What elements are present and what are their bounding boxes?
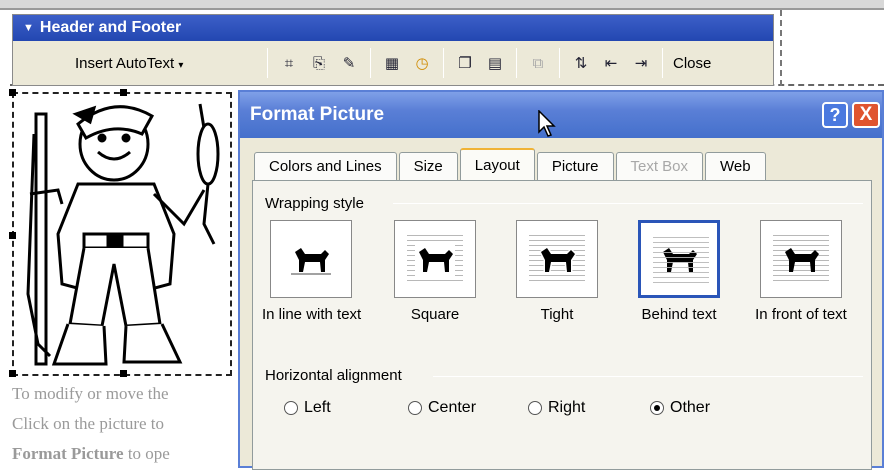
tab-web[interactable]: Web <box>705 152 766 180</box>
hunter-clipart-image <box>26 103 220 366</box>
clipart-picture[interactable] <box>9 89 232 377</box>
wrap-option-label: In line with text <box>262 306 362 323</box>
tight-wrap-box[interactable] <box>516 220 598 298</box>
header-boundary-right <box>780 10 782 86</box>
horizontal-alignment-divider <box>433 376 863 377</box>
wrap-option-tight[interactable]: Tight <box>508 220 606 323</box>
dog-square-icon <box>415 242 455 276</box>
toolbar-title-bar[interactable]: ▼ Header and Footer <box>13 15 773 41</box>
radio-label-left: Left <box>304 399 331 416</box>
horizontal-alignment-label: Horizontal alignment <box>265 367 408 384</box>
dropdown-arrow-icon: ▾ <box>178 59 184 71</box>
format-picture-dialog: Format Picture ? X Colors and Lines Size… <box>238 90 884 470</box>
tab-text-box[interactable]: Text Box <box>615 152 704 180</box>
text-lines-graphic <box>653 237 709 287</box>
format-picture-bold-text: Format Picture <box>12 444 124 463</box>
dog-tight-icon <box>539 245 577 274</box>
tab-colors-and-lines[interactable]: Colors and Lines <box>254 152 397 180</box>
align-left-option[interactable]: Left <box>284 399 331 417</box>
tab-size[interactable]: Size <box>398 152 458 180</box>
number-of-pages-icon[interactable]: ⎘ <box>306 50 332 76</box>
radio-right[interactable] <box>528 401 542 415</box>
toolbar-separator <box>370 48 371 78</box>
wrap-option-inline[interactable]: In line with text <box>262 220 362 323</box>
align-right-option[interactable]: Right <box>528 399 585 417</box>
header-footer-toolbar: ▼ Header and Footer Insert AutoText ▾ ⌗ … <box>12 14 774 86</box>
document-text-line-3: Format Picture to ope <box>12 444 170 464</box>
wrap-option-label: Tight <box>540 306 574 323</box>
page-number-icon[interactable]: ⌗ <box>276 50 302 76</box>
radio-left[interactable] <box>284 401 298 415</box>
insert-autotext-label: Insert AutoText <box>75 54 175 72</box>
inline-wrap-box[interactable] <box>270 220 352 298</box>
toolbar-separator <box>662 48 663 78</box>
close-header-footer-button[interactable]: Close <box>669 53 715 74</box>
dog-inline-icon <box>291 248 331 275</box>
resize-handle[interactable] <box>9 232 16 239</box>
toolbar-buttons-row: Insert AutoText ▾ ⌗ ⎘ ✎ ▦ ◷ ❐ ▤ ⧉ ⇅ ⇤ ⇥ … <box>13 41 773 85</box>
wrap-option-label: In front of text <box>755 306 847 323</box>
insert-date-icon[interactable]: ▦ <box>379 50 405 76</box>
dialog-title-bar[interactable]: Format Picture ? X <box>240 92 882 138</box>
wrap-option-label: Square <box>410 306 460 323</box>
wrap-option-label: Behind text <box>641 306 717 323</box>
switch-header-footer-icon[interactable]: ⇅ <box>568 50 594 76</box>
toolbar-separator <box>443 48 444 78</box>
radio-label-center: Center <box>428 399 477 416</box>
radio-label-other: Other <box>670 399 711 416</box>
show-hide-document-text-icon[interactable]: ▤ <box>482 50 508 76</box>
in-front-of-text-wrap-box[interactable] <box>760 220 842 298</box>
behind-text-wrap-box[interactable] <box>638 220 720 298</box>
document-text-line-2: Click on the picture to <box>12 414 165 433</box>
insert-time-icon[interactable]: ◷ <box>409 50 435 76</box>
resize-handle[interactable] <box>9 89 16 96</box>
align-other-option[interactable]: Other <box>650 399 710 417</box>
same-as-previous-icon[interactable]: ⧉ <box>525 50 551 76</box>
help-button[interactable]: ? <box>822 102 848 128</box>
dialog-close-button[interactable]: X <box>852 102 880 128</box>
tab-layout[interactable]: Layout <box>459 148 535 180</box>
resize-handle[interactable] <box>9 370 16 377</box>
dialog-tabs: Colors and Lines Size Layout Picture Tex… <box>254 148 768 180</box>
resize-handle[interactable] <box>120 89 127 96</box>
dialog-title: Format Picture <box>250 104 385 125</box>
format-page-number-icon[interactable]: ✎ <box>336 50 362 76</box>
radio-other[interactable] <box>650 401 664 415</box>
toolbar-separator <box>267 48 268 78</box>
radio-center[interactable] <box>408 401 422 415</box>
insert-autotext-button[interactable]: Insert AutoText ▾ <box>23 55 261 72</box>
toolbar-menu-arrow-icon[interactable]: ▼ <box>23 22 34 34</box>
toolbar-separator <box>516 48 517 78</box>
tab-picture[interactable]: Picture <box>536 152 614 180</box>
toolbar-title: Header and Footer <box>39 19 182 36</box>
wrapping-style-label: Wrapping style <box>265 195 370 212</box>
wrap-option-in-front-of-text[interactable]: In front of text <box>752 220 850 323</box>
square-wrap-box[interactable] <box>394 220 476 298</box>
show-previous-icon[interactable]: ⇤ <box>598 50 624 76</box>
resize-handle[interactable] <box>120 370 127 377</box>
page-setup-icon[interactable]: ❐ <box>452 50 478 76</box>
dog-in-front-icon <box>785 248 819 272</box>
document-text-line-1: To modify or move the <box>12 384 169 403</box>
ruler <box>0 0 884 8</box>
toolbar-separator <box>559 48 560 78</box>
align-center-option[interactable]: Center <box>408 399 476 417</box>
document-text-line-3-rest: to ope <box>123 444 170 463</box>
mouse-pointer-icon <box>538 110 556 137</box>
wrapping-style-divider <box>393 203 863 204</box>
wrap-option-behind-text[interactable]: Behind text <box>630 220 728 323</box>
ruler-edge <box>0 8 884 10</box>
show-next-icon[interactable]: ⇥ <box>628 50 654 76</box>
radio-label-right: Right <box>548 399 586 416</box>
wrap-option-square[interactable]: Square <box>386 220 484 323</box>
